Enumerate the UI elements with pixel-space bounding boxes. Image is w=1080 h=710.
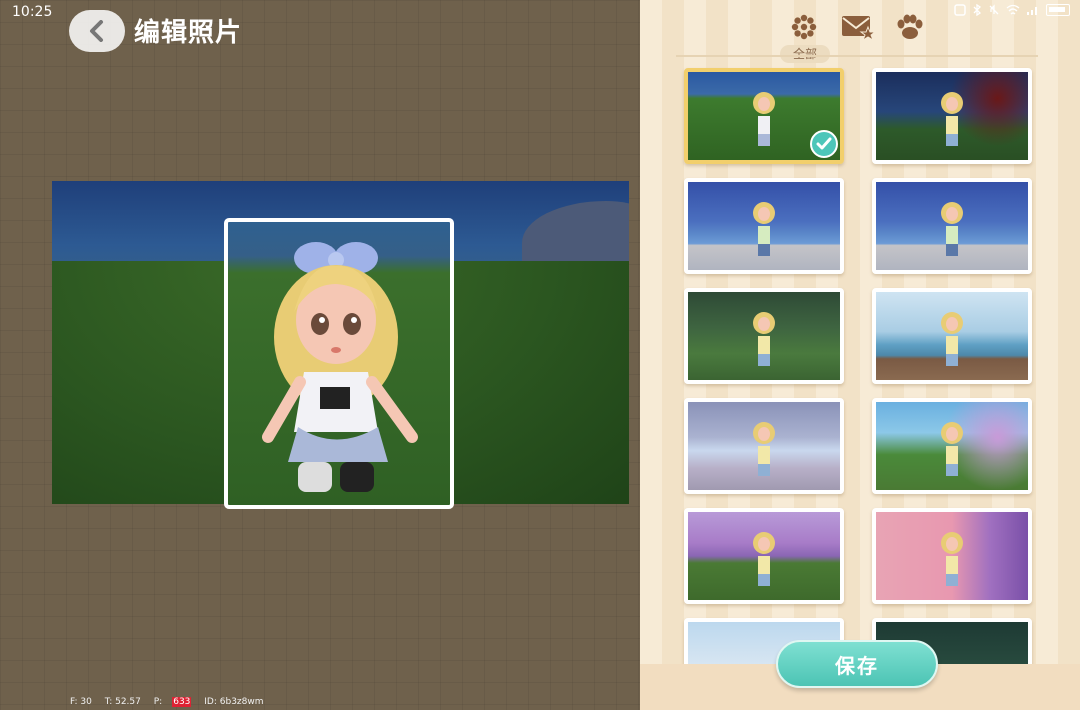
photo-thumbnail[interactable] xyxy=(684,398,844,494)
debug-overlay: F: 30 T: 52.57 P: 633 ID: 6b3z8wm xyxy=(70,697,274,707)
tab-all-label: 全部 xyxy=(780,45,830,63)
debug-id: ID: 6b3z8wm xyxy=(204,697,264,707)
photo-thumbnail[interactable] xyxy=(684,288,844,384)
photo-thumbnail[interactable] xyxy=(872,68,1032,164)
page-title: 编辑照片 xyxy=(134,18,243,48)
crop-frame[interactable] xyxy=(224,218,454,509)
photo-thumbnail[interactable] xyxy=(872,288,1032,384)
selected-check-icon xyxy=(810,130,838,158)
photo-thumbnail[interactable] xyxy=(872,508,1032,604)
photo-thumbnail[interactable] xyxy=(684,508,844,604)
status-time: 10:25 xyxy=(12,4,53,20)
album-filter-tabs: 全部 xyxy=(640,10,1080,63)
photo-album-panel: 全部 xyxy=(640,0,1080,710)
photo-editor-area: 10:25 编辑照片 F: 30 T: 52.57 P: 633 ID: 6b3… xyxy=(0,0,640,710)
photo-thumbnail[interactable] xyxy=(684,178,844,274)
debug-p-value: 633 xyxy=(172,697,192,707)
avatar-figure xyxy=(262,242,418,492)
paw-icon xyxy=(897,14,923,39)
debug-fps: F: 30 xyxy=(70,697,92,707)
tab-mail[interactable] xyxy=(838,10,878,44)
mail-star-icon xyxy=(842,16,875,40)
chevron-left-icon xyxy=(90,20,103,42)
back-button[interactable] xyxy=(69,10,125,52)
tab-all[interactable] xyxy=(784,10,824,44)
photo-thumbnail[interactable] xyxy=(872,178,1032,274)
debug-time: T: 52.57 xyxy=(104,697,141,707)
save-button[interactable]: 保存 xyxy=(776,640,938,688)
photo-thumbnail[interactable] xyxy=(684,68,844,164)
tab-pets[interactable] xyxy=(890,10,930,44)
flower-icon xyxy=(791,14,817,40)
tabs-divider xyxy=(676,55,1038,57)
photo-thumbnail[interactable] xyxy=(872,398,1032,494)
debug-p-label: P: xyxy=(153,697,163,707)
